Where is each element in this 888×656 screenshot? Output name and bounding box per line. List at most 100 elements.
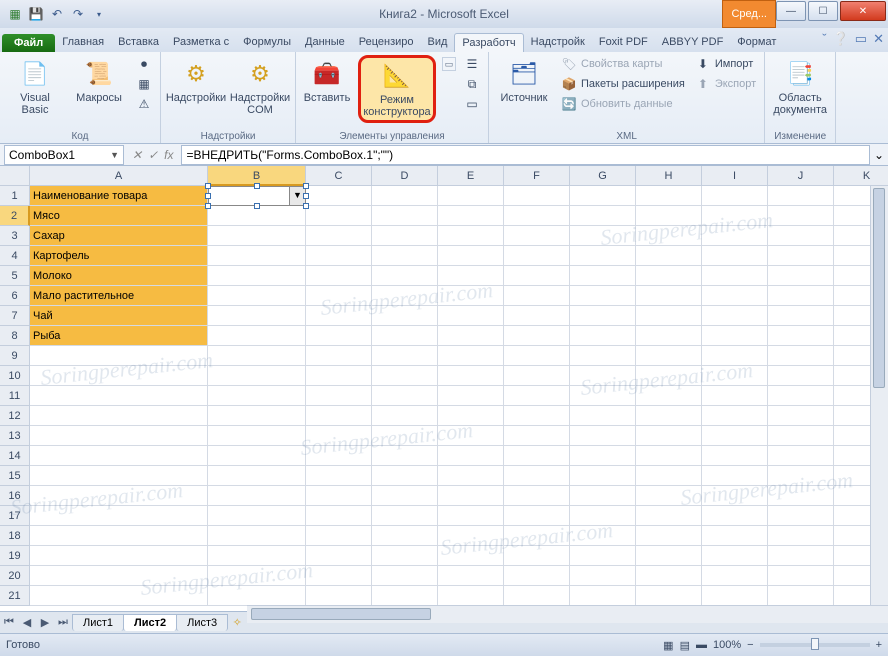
cell[interactable] bbox=[570, 246, 636, 266]
cell[interactable] bbox=[504, 446, 570, 466]
last-sheet-icon[interactable]: ⏭ bbox=[54, 616, 72, 629]
cell[interactable] bbox=[306, 466, 372, 486]
design-mode-button[interactable]: 📐 Режим конструктора bbox=[358, 55, 436, 123]
cell[interactable] bbox=[702, 366, 768, 386]
cell[interactable] bbox=[306, 306, 372, 326]
cell[interactable] bbox=[504, 246, 570, 266]
column-header[interactable]: K bbox=[834, 166, 888, 186]
zoom-in-icon[interactable]: + bbox=[876, 639, 882, 651]
horizontal-scrollbar[interactable] bbox=[247, 605, 888, 623]
cell[interactable] bbox=[570, 306, 636, 326]
cell[interactable] bbox=[30, 546, 208, 566]
cell[interactable] bbox=[208, 366, 306, 386]
cell[interactable] bbox=[636, 466, 702, 486]
cell[interactable] bbox=[306, 446, 372, 466]
row-header[interactable]: 8 bbox=[0, 326, 30, 346]
cell[interactable] bbox=[208, 546, 306, 566]
cell[interactable] bbox=[702, 226, 768, 246]
cell[interactable] bbox=[702, 426, 768, 446]
cell[interactable] bbox=[30, 386, 208, 406]
row-header[interactable]: 9 bbox=[0, 346, 30, 366]
cell[interactable] bbox=[768, 406, 834, 426]
ribbon-tab[interactable]: Главная bbox=[55, 33, 111, 52]
ribbon-tab[interactable]: Надстройк bbox=[524, 33, 592, 52]
cell[interactable] bbox=[570, 546, 636, 566]
row-header[interactable]: 5 bbox=[0, 266, 30, 286]
cell[interactable] bbox=[372, 406, 438, 426]
cell[interactable] bbox=[372, 286, 438, 306]
cell[interactable] bbox=[372, 366, 438, 386]
cell[interactable] bbox=[570, 426, 636, 446]
cell[interactable] bbox=[702, 586, 768, 606]
cell[interactable] bbox=[306, 226, 372, 246]
cell[interactable] bbox=[504, 226, 570, 246]
view-code-button[interactable]: ⧉ bbox=[462, 75, 482, 93]
cell[interactable] bbox=[30, 586, 208, 606]
cell[interactable] bbox=[636, 306, 702, 326]
cell[interactable] bbox=[438, 266, 504, 286]
zoom-level[interactable]: 100% bbox=[713, 639, 741, 651]
cell[interactable] bbox=[438, 566, 504, 586]
spreadsheet-grid[interactable]: ABCDEFGHIJK 1234567891011121314151617181… bbox=[0, 166, 888, 612]
cell[interactable] bbox=[570, 466, 636, 486]
cell[interactable] bbox=[768, 346, 834, 366]
cell[interactable] bbox=[306, 546, 372, 566]
row-header[interactable]: 14 bbox=[0, 446, 30, 466]
cell[interactable] bbox=[208, 386, 306, 406]
cell[interactable] bbox=[306, 526, 372, 546]
cell[interactable] bbox=[208, 226, 306, 246]
cell[interactable] bbox=[30, 486, 208, 506]
new-sheet-icon[interactable]: ✧ bbox=[227, 616, 247, 629]
row-header[interactable]: 15 bbox=[0, 466, 30, 486]
cell[interactable] bbox=[438, 426, 504, 446]
cell[interactable] bbox=[438, 246, 504, 266]
cell[interactable] bbox=[438, 226, 504, 246]
row-header[interactable]: 16 bbox=[0, 486, 30, 506]
cell[interactable] bbox=[438, 466, 504, 486]
vertical-scrollbar[interactable] bbox=[870, 186, 888, 611]
cell[interactable] bbox=[306, 486, 372, 506]
insert-control-button[interactable]: 🧰 Вставить bbox=[302, 55, 352, 107]
ribbon-tab[interactable]: Формулы bbox=[236, 33, 298, 52]
cell[interactable] bbox=[702, 186, 768, 206]
cell[interactable] bbox=[306, 206, 372, 226]
cell[interactable] bbox=[504, 186, 570, 206]
cell[interactable] bbox=[208, 206, 306, 226]
cell[interactable] bbox=[570, 266, 636, 286]
cell[interactable] bbox=[306, 246, 372, 266]
cell[interactable] bbox=[504, 426, 570, 446]
cell[interactable] bbox=[636, 566, 702, 586]
column-header[interactable]: D bbox=[372, 166, 438, 186]
document-area-button[interactable]: 📑 Область документа bbox=[771, 55, 829, 119]
cell[interactable] bbox=[372, 426, 438, 446]
resize-handle[interactable] bbox=[303, 193, 309, 199]
cell[interactable]: Мало растительное bbox=[30, 286, 208, 306]
cell[interactable] bbox=[768, 306, 834, 326]
cell[interactable] bbox=[702, 566, 768, 586]
cell[interactable] bbox=[636, 346, 702, 366]
row-header[interactable]: 18 bbox=[0, 526, 30, 546]
select-all-corner[interactable] bbox=[0, 166, 30, 186]
relative-ref-button[interactable]: ▦ bbox=[134, 75, 154, 93]
cell[interactable]: Молоко bbox=[30, 266, 208, 286]
view-layout-icon[interactable]: ▤ bbox=[680, 639, 690, 652]
column-header[interactable]: A bbox=[30, 166, 208, 186]
cell[interactable] bbox=[30, 406, 208, 426]
cell[interactable] bbox=[306, 586, 372, 606]
cell[interactable] bbox=[504, 466, 570, 486]
zoom-out-icon[interactable]: − bbox=[747, 639, 753, 651]
cell[interactable] bbox=[438, 406, 504, 426]
cell[interactable] bbox=[438, 506, 504, 526]
chevron-down-icon[interactable]: ▼ bbox=[110, 150, 119, 160]
cell[interactable] bbox=[30, 526, 208, 546]
column-header[interactable]: J bbox=[768, 166, 834, 186]
expand-icon[interactable]: ▭ bbox=[442, 57, 456, 71]
cell[interactable] bbox=[208, 266, 306, 286]
cell[interactable] bbox=[208, 406, 306, 426]
cell[interactable] bbox=[768, 186, 834, 206]
help-icon[interactable]: ❔ bbox=[833, 31, 849, 47]
cell[interactable] bbox=[570, 486, 636, 506]
cell[interactable] bbox=[636, 266, 702, 286]
cell[interactable] bbox=[636, 206, 702, 226]
cell[interactable] bbox=[30, 566, 208, 586]
